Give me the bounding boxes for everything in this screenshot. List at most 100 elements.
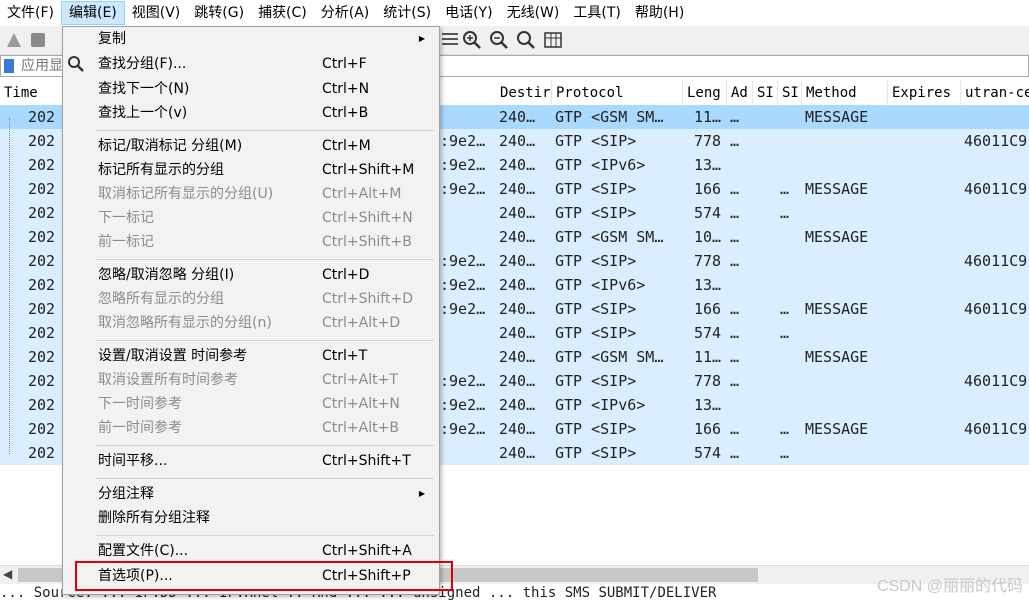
column-header-destination[interactable]: Destir	[496, 81, 552, 105]
packet-cell-si	[780, 225, 800, 249]
packet-cell-proto: GTP <GSM SM…	[555, 228, 664, 246]
packet-cell-proto: GTP <SIP>	[555, 324, 637, 342]
packet-cell-dest: 240…	[499, 180, 536, 198]
shark-fin-start-icon[interactable]	[4, 30, 24, 50]
menu-item-find-previous[interactable]: 查找上一个(v) Ctrl+B	[63, 101, 439, 125]
menu-item-copy[interactable]: 复制 ▶	[63, 27, 439, 51]
menu-capture[interactable]: 捕获(C)	[251, 1, 314, 25]
packet-cell-dest: 240…	[499, 372, 536, 390]
packet-cell-si	[780, 153, 800, 177]
packet-cell-utran: 46011C9	[964, 180, 1028, 198]
menu-item-find-packet[interactable]: 查找分组(F)... Ctrl+F	[63, 52, 439, 76]
packet-cell-utran: 46011C9	[964, 420, 1028, 438]
column-header-si-1[interactable]: SI	[753, 81, 778, 105]
menu-analyze[interactable]: 分析(A)	[314, 1, 377, 25]
menu-item-shortcut: Ctrl+Alt+B	[322, 420, 399, 436]
packet-cell-proto: GTP <IPv6>	[555, 396, 646, 414]
packet-cell-dest: 240…	[499, 420, 536, 438]
packet-cell-ad	[730, 153, 752, 177]
packet-cell-utran: 46011C9	[964, 252, 1028, 270]
menu-separator	[96, 340, 434, 341]
zoom-in-icon[interactable]	[462, 30, 482, 50]
packet-cell-si	[780, 369, 800, 393]
menu-edit[interactable]: 编辑(E)	[60, 1, 125, 25]
packet-cell-utran	[964, 345, 1029, 369]
menu-item-shortcut: Ctrl+Shift+A	[322, 543, 412, 559]
packet-cell-proto: GTP <IPv6>	[555, 276, 646, 294]
packet-cell-proto: GTP <SIP>	[555, 444, 637, 462]
packet-cell-ad: …	[730, 204, 740, 222]
colorize-icon[interactable]	[440, 30, 460, 50]
packet-cell-si	[780, 273, 800, 297]
menu-item-packet-comment[interactable]: 分组注释 ▶	[63, 482, 439, 506]
packet-cell-si	[780, 249, 800, 273]
column-header-protocol[interactable]: Protocol	[552, 81, 683, 105]
packet-cell-si: …	[780, 444, 790, 462]
bookmark-icon[interactable]	[4, 59, 14, 73]
menu-item-shortcut: Ctrl+Shift+M	[322, 162, 415, 178]
menu-item-time-shift[interactable]: 时间平移... Ctrl+Shift+T	[63, 449, 439, 473]
zoom-reset-icon[interactable]	[516, 30, 536, 50]
menu-item-shortcut: Ctrl+Shift+B	[322, 234, 412, 250]
menu-item-configuration-profiles[interactable]: 配置文件(C)... Ctrl+Shift+A	[63, 539, 439, 563]
menu-go[interactable]: 跳转(G)	[187, 1, 251, 25]
menu-item-find-next[interactable]: 查找下一个(N) Ctrl+N	[63, 77, 439, 101]
menu-item-ignore-packet[interactable]: 忽略/取消忽略 分组(I) Ctrl+D	[63, 263, 439, 287]
menu-item-previous-time-reference: 前一时间参考 Ctrl+Alt+B	[63, 416, 439, 440]
menu-item-label: 前一时间参考	[98, 420, 182, 436]
menu-view[interactable]: 视图(V)	[125, 1, 188, 25]
packet-cell-dest: 240…	[499, 276, 536, 294]
menu-wireless[interactable]: 无线(W)	[500, 1, 567, 25]
menu-item-shortcut: Ctrl+Shift+D	[322, 291, 413, 307]
packet-cell-len: 13…	[694, 156, 722, 174]
packet-cell-len: 166	[694, 300, 722, 318]
packet-cell-utran	[964, 105, 1029, 129]
menu-help[interactable]: 帮助(H)	[628, 1, 691, 25]
conversation-tree-line	[9, 118, 11, 454]
menu-telephony[interactable]: 电话(Y)	[438, 1, 499, 25]
packet-cell-proto: GTP <GSM SM…	[555, 108, 664, 126]
column-header-method[interactable]: Method	[802, 81, 888, 105]
zoom-out-icon[interactable]	[489, 30, 509, 50]
packet-cell-si: …	[780, 324, 790, 342]
menubar: 文件(F) 编辑(E) 视图(V) 跳转(G) 捕获(C) 分析(A) 统计(S…	[0, 0, 1029, 26]
menu-item-set-time-reference[interactable]: 设置/取消设置 时间参考 Ctrl+T	[63, 344, 439, 368]
stop-capture-icon[interactable]	[28, 30, 48, 50]
menu-tools[interactable]: 工具(T)	[566, 1, 627, 25]
packet-cell-method: MESSAGE	[805, 108, 869, 126]
menu-file[interactable]: 文件(F)	[0, 1, 61, 25]
column-header-expires[interactable]: Expires	[888, 81, 961, 105]
packet-cell-si: …	[780, 300, 790, 318]
column-header-si-2[interactable]: SI	[778, 81, 802, 105]
packet-cell-utran	[964, 201, 1029, 225]
menu-item-label: 下一时间参考	[98, 396, 182, 412]
packet-cell-len: 11…	[694, 348, 722, 366]
column-header-utran-cell[interactable]: utran-ce	[961, 81, 1029, 105]
preferences-highlight-box	[75, 561, 453, 591]
submenu-arrow-icon: ▶	[418, 34, 425, 43]
menu-separator	[96, 130, 434, 131]
menu-item-label: 忽略所有显示的分组	[98, 291, 224, 307]
menu-item-unset-all-time-references: 取消设置所有时间参考 Ctrl+Alt+T	[63, 368, 439, 392]
packet-cell-len: 166	[694, 420, 722, 438]
column-header-length[interactable]: Leng	[683, 81, 727, 105]
submenu-arrow-icon: ▶	[418, 489, 425, 498]
menu-item-delete-all-comments[interactable]: 删除所有分组注释	[63, 506, 439, 530]
menu-item-mark-packet[interactable]: 标记/取消标记 分组(M) Ctrl+M	[63, 134, 439, 158]
menu-item-mark-all-displayed[interactable]: 标记所有显示的分组 Ctrl+Shift+M	[63, 158, 439, 182]
resize-columns-icon[interactable]	[543, 30, 563, 50]
packet-cell-len: 13…	[694, 396, 722, 414]
menu-separator	[96, 445, 434, 446]
menu-item-shortcut: Ctrl+Alt+N	[322, 396, 400, 412]
column-header-ad[interactable]: Ad	[727, 81, 753, 105]
packet-cell-utran: 46011C9	[964, 300, 1028, 318]
packet-cell-method	[805, 129, 887, 153]
packet-cell-proto: GTP <SIP>	[555, 372, 637, 390]
menu-item-shortcut: Ctrl+Alt+M	[322, 186, 402, 202]
scroll-left-arrow-icon[interactable]: ◀	[3, 567, 12, 581]
menu-statistics[interactable]: 统计(S)	[376, 1, 438, 25]
packet-cell-src: :9e2…	[440, 156, 486, 174]
packet-cell-si: …	[780, 180, 790, 198]
packet-cell-ad	[730, 393, 752, 417]
packet-cell-dest: 240…	[499, 300, 536, 318]
